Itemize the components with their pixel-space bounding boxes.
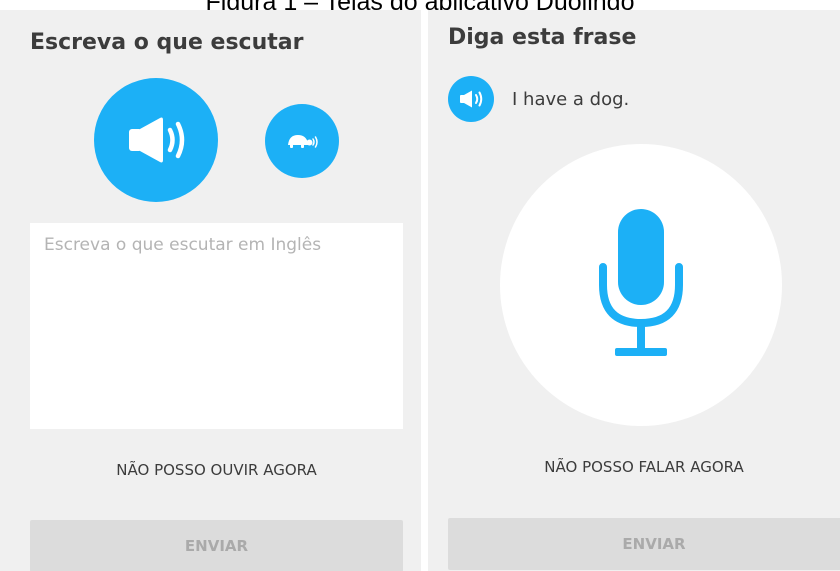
speak-screen: Diga esta frase I have a dog. NÃO POSSO … [428,10,840,571]
submit-button[interactable]: ENVIAR [448,518,840,570]
speaker-icon [460,90,483,108]
play-sentence-audio-button[interactable] [448,76,494,122]
play-audio-button[interactable] [94,78,218,202]
play-slow-audio-button[interactable] [265,104,339,178]
speaker-icon [129,117,185,163]
sentence-text: I have a dog. [512,88,630,110]
listen-screen: Escreva o que escutar NÃO POSSO OUVIR AG… [0,10,421,571]
microphone-icon [599,209,683,356]
page-title: Escreva o que escutar [30,30,304,55]
turtle-speaker-icon [288,135,318,148]
answer-input[interactable] [44,235,389,417]
microphone-button[interactable] [500,144,782,426]
answer-box [30,223,403,429]
cant-speak-now-button[interactable]: NÃO POSSO FALAR AGORA [448,458,840,476]
submit-button[interactable]: ENVIAR [30,520,403,571]
cant-listen-now-button[interactable]: NÃO POSSO OUVIR AGORA [30,461,403,479]
sentence-row: I have a dog. [448,76,629,122]
page-title: Diga esta frase [448,25,637,50]
